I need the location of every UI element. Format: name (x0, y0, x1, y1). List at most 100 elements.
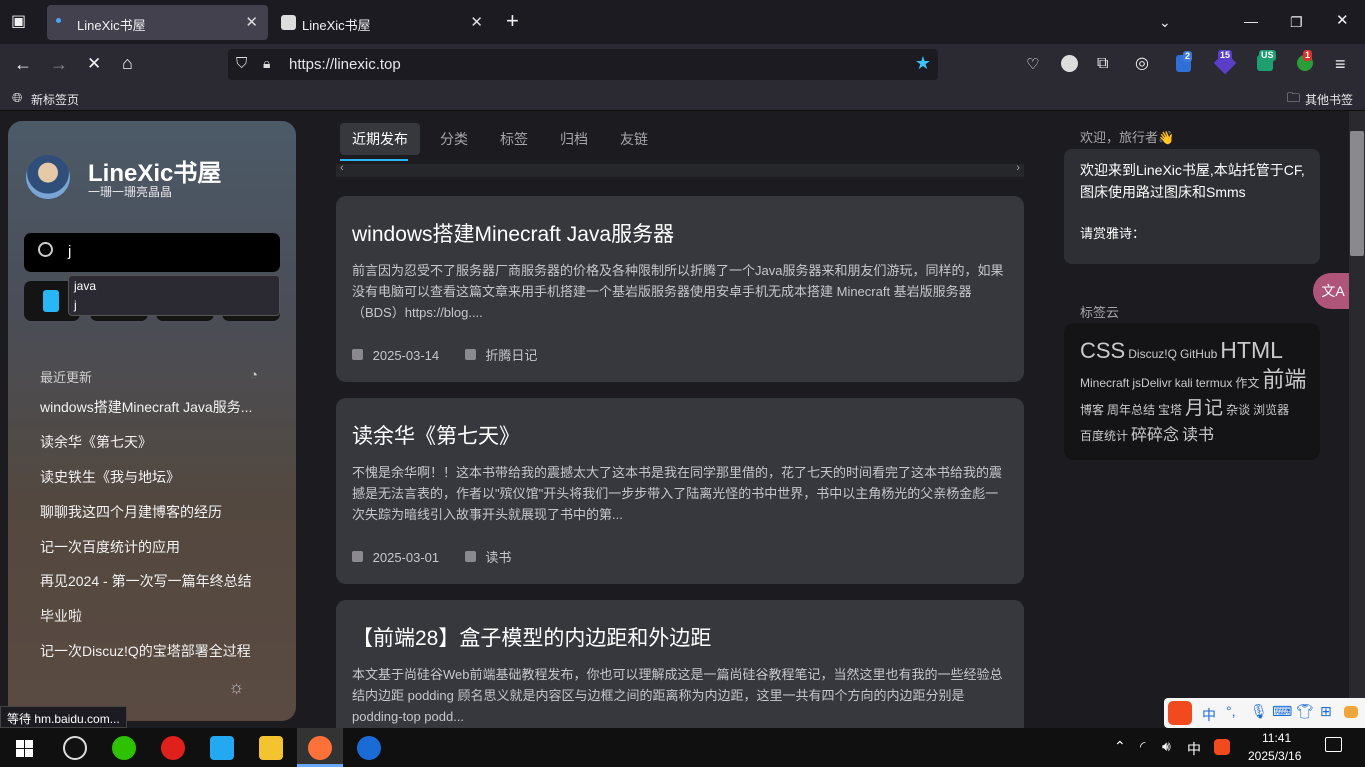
tag-item[interactable]: GitHub (1180, 341, 1217, 367)
tab-overflow-chevron-icon[interactable]: ⌄ (1159, 12, 1171, 32)
toolbox-icon[interactable]: ⊞ (1320, 703, 1332, 720)
scrollbar-thumb[interactable] (1350, 131, 1364, 256)
recent-item[interactable]: 聊聊我这四个月建博客的经历 (40, 502, 222, 522)
tabs-scroller[interactable]: ‹ › (336, 162, 1024, 177)
bookmark-new-tab[interactable]: 新标签页 (31, 91, 79, 108)
rss-icon[interactable]: ◔ (250, 367, 258, 382)
recent-item[interactable]: 读史铁生《我与地坛》 (40, 467, 180, 487)
tag-item[interactable]: 前端 (1262, 367, 1306, 393)
ime-indicator[interactable]: 中 (1187, 739, 1201, 759)
tag-item[interactable]: Discuz!Q (1128, 341, 1177, 367)
tag-item[interactable]: 周年总结 (1107, 397, 1155, 423)
close-window-button[interactable]: ✕ (1336, 11, 1349, 31)
notification-icon[interactable] (1325, 737, 1342, 752)
tab-links[interactable]: 友链 (610, 123, 658, 155)
volume-icon[interactable]: 🔊︎ (1162, 738, 1171, 755)
scroll-left-icon[interactable]: ‹ (340, 162, 344, 174)
tag-item[interactable]: CSS (1080, 338, 1125, 364)
post-card[interactable]: 【前端28】盒子模型的内边距和外边距 本文基于尚硅谷Web前端基础教程发布，你也… (336, 600, 1024, 728)
search-input[interactable]: j (24, 233, 280, 272)
tab-recent[interactable]: 近期发布 (340, 123, 420, 155)
stop-loading-button[interactable]: ✕ (87, 54, 101, 74)
wechat-icon[interactable] (112, 736, 136, 760)
menu-icon[interactable]: ≡ (1335, 54, 1346, 74)
post-card[interactable]: windows搭建Minecraft Java服务器 前言因为忍受不了服务器厂商… (336, 196, 1024, 382)
bookmark-star-icon[interactable]: ★ (915, 53, 931, 74)
extensions-icon[interactable]: ⧉ (1097, 54, 1108, 74)
tag-item[interactable]: 月记 (1185, 396, 1223, 422)
shield-icon[interactable]: ⛉ (236, 55, 247, 72)
tab-active[interactable]: LineXic书屋 ✕ (47, 5, 268, 40)
extension-owl-icon[interactable]: ◎ (1135, 54, 1149, 74)
keyboard-icon[interactable]: ⌨︎ (1272, 703, 1292, 720)
tag-item[interactable]: jsDelivr (1132, 370, 1171, 396)
scrollbar[interactable] (1349, 111, 1365, 728)
punctuation-icon[interactable]: °, (1226, 703, 1236, 719)
recent-item[interactable]: 读余华《第七天》 (40, 432, 152, 452)
suggestion-item[interactable]: j (74, 298, 77, 312)
sogou-tray-icon[interactable] (1214, 739, 1230, 755)
post-title[interactable]: windows搭建Minecraft Java服务器 (352, 218, 674, 248)
search-value[interactable]: j (68, 243, 71, 260)
skin-icon[interactable]: 👕︎ (1296, 703, 1314, 720)
file-explorer-icon[interactable] (259, 736, 283, 760)
tag-item[interactable]: kali (1175, 370, 1193, 396)
tag-item[interactable]: Minecraft (1080, 370, 1129, 396)
new-tab-button[interactable]: + (506, 10, 519, 32)
tab-tags[interactable]: 标签 (490, 123, 538, 155)
recent-item[interactable]: 毕业啦 (40, 606, 82, 626)
scroll-right-icon[interactable]: › (1016, 162, 1020, 174)
address-bar[interactable]: ⛉ 🔒︎ https://linexic.top ★ (228, 49, 938, 80)
home-button[interactable]: ⌂ (122, 53, 133, 73)
tab-categories[interactable]: 分类 (430, 123, 478, 155)
mascot-icon[interactable] (1344, 706, 1358, 718)
tab-close-icon[interactable]: ✕ (470, 13, 483, 31)
tray-chevron-icon[interactable]: ⌃ (1114, 738, 1126, 755)
pocket-icon[interactable]: ♡ (1026, 55, 1039, 75)
clock-time[interactable]: 11:41 (1262, 731, 1291, 745)
tab-list-icon[interactable]: ▣ (11, 12, 26, 32)
recent-item[interactable]: 记一次Discuz!Q的宝塔部署全过程 (40, 641, 251, 661)
forward-button[interactable]: → (50, 54, 68, 74)
windows-start-icon[interactable] (16, 740, 33, 757)
wifi-icon[interactable]: ◜ (1140, 738, 1145, 755)
avatar[interactable] (26, 155, 70, 199)
lock-icon[interactable]: 🔒︎ (263, 55, 270, 72)
tag-item[interactable]: 杂谈 (1226, 397, 1250, 423)
tag-item[interactable]: termux (1196, 370, 1233, 396)
back-button[interactable]: ← (14, 54, 32, 74)
pycharm-icon[interactable] (357, 736, 381, 760)
recent-item[interactable]: windows搭建Minecraft Java服务... (40, 397, 252, 417)
sogou-logo-icon[interactable] (1168, 701, 1192, 725)
tag-item[interactable]: 读书 (1182, 423, 1214, 449)
netease-music-icon[interactable] (161, 736, 185, 760)
firefox-icon[interactable] (308, 736, 332, 760)
clock-date[interactable]: 2025/3/16 (1248, 749, 1301, 763)
tag-item[interactable]: HTML (1220, 337, 1283, 363)
recent-item[interactable]: 再见2024 - 第一次写一篇年终总结 (40, 571, 252, 591)
post-title[interactable]: 【前端28】盒子模型的内边距和外边距 (352, 622, 711, 652)
microphone-icon[interactable]: 🎙︎ (1250, 703, 1268, 720)
bookmark-other[interactable]: 其他书签 (1305, 91, 1353, 108)
translate-button[interactable]: 文A (1313, 273, 1353, 309)
tag-item[interactable]: 博客 (1080, 397, 1104, 423)
url-text[interactable]: https://linexic.top (289, 56, 401, 73)
post-card[interactable]: 读余华《第七天》 不愧是余华啊！！这本书带给我的震撼太大了这本书是我在同学那里借… (336, 398, 1024, 584)
restore-button[interactable]: ❐ (1290, 12, 1303, 32)
tab-archive[interactable]: 归档 (550, 123, 598, 155)
suggestion-item[interactable]: java (74, 279, 96, 293)
post-category[interactable]: 读书 (485, 550, 511, 565)
ime-lang[interactable]: 中 (1202, 705, 1216, 725)
recent-item[interactable]: 记一次百度统计的应用 (40, 537, 180, 557)
qq-icon[interactable] (63, 736, 87, 760)
tag-item[interactable]: 碎碎念 (1131, 423, 1179, 449)
tag-item[interactable]: 浏览器 (1253, 397, 1289, 423)
account-icon[interactable] (1061, 55, 1078, 72)
minimize-button[interactable]: — (1244, 11, 1258, 31)
tab-close-icon[interactable]: ✕ (245, 13, 258, 31)
post-category[interactable]: 折腾日记 (485, 348, 537, 363)
tag-item[interactable]: 宝塔 (1158, 397, 1182, 423)
vscode-icon[interactable] (210, 736, 234, 760)
post-title[interactable]: 读余华《第七天》 (352, 420, 520, 450)
tab-inactive[interactable]: LineXic书屋 ✕ (272, 5, 493, 40)
